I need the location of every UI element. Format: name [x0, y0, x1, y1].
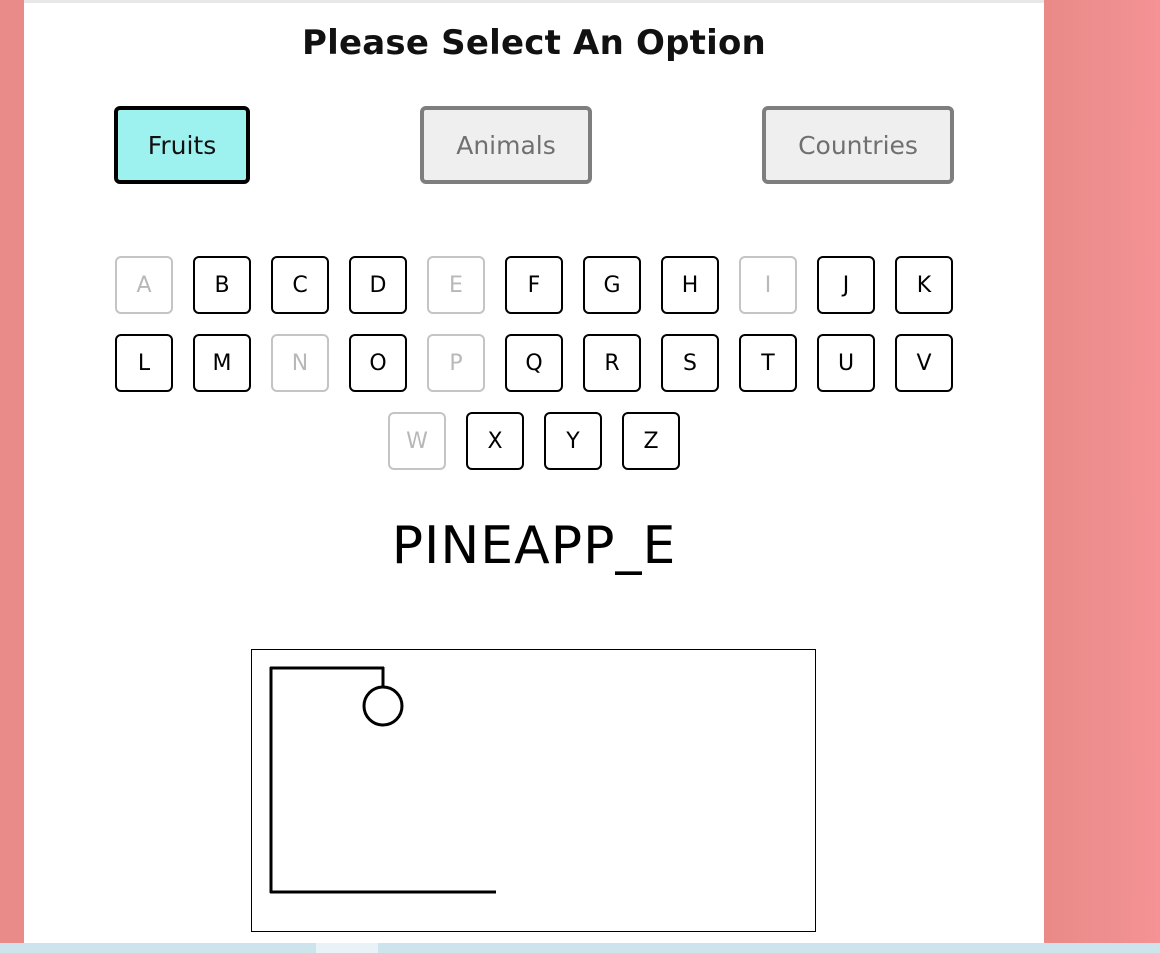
letter-key-l[interactable]: L — [115, 334, 173, 392]
hangman-canvas — [251, 649, 816, 932]
letter-key-o[interactable]: O — [349, 334, 407, 392]
letter-key-g[interactable]: G — [583, 256, 641, 314]
letter-key-r[interactable]: R — [583, 334, 641, 392]
letter-key-b[interactable]: B — [193, 256, 251, 314]
page-title: Please Select An Option — [302, 23, 766, 63]
letter-key-z[interactable]: Z — [622, 412, 680, 470]
letter-key-f[interactable]: F — [505, 256, 563, 314]
letter-row-1: ABCDEFGHIJK — [24, 256, 1044, 314]
letter-key-j[interactable]: J — [817, 256, 875, 314]
letter-key-t[interactable]: T — [739, 334, 797, 392]
letter-key-u[interactable]: U — [817, 334, 875, 392]
hangman-head — [362, 685, 404, 727]
horizontal-scrollbar[interactable] — [0, 943, 1160, 953]
letter-row-2: LMNOPQRSTUV — [24, 334, 1044, 392]
letter-key-n: N — [271, 334, 329, 392]
letter-key-y[interactable]: Y — [544, 412, 602, 470]
letter-key-k[interactable]: K — [895, 256, 953, 314]
letter-key-w: W — [388, 412, 446, 470]
letter-key-e: E — [427, 256, 485, 314]
letter-key-d[interactable]: D — [349, 256, 407, 314]
option-countries-button[interactable]: Countries — [762, 106, 954, 184]
letter-row-3: WXYZ — [24, 412, 1044, 470]
letter-key-p: P — [427, 334, 485, 392]
option-animals-button[interactable]: Animals — [420, 106, 592, 184]
game-panel: Please Select An Option Fruits Animals C… — [24, 3, 1044, 943]
letter-key-a: A — [115, 256, 173, 314]
letter-key-i: I — [739, 256, 797, 314]
letter-key-x[interactable]: X — [466, 412, 524, 470]
option-fruits-button[interactable]: Fruits — [114, 106, 250, 184]
word-display: PINEAPP_E — [391, 516, 677, 576]
letter-key-c[interactable]: C — [271, 256, 329, 314]
letter-key-q[interactable]: Q — [505, 334, 563, 392]
hangman-drawing — [269, 666, 496, 894]
scrollbar-thumb[interactable] — [316, 943, 378, 953]
letter-key-s[interactable]: S — [661, 334, 719, 392]
letter-key-m[interactable]: M — [193, 334, 251, 392]
letter-key-v[interactable]: V — [895, 334, 953, 392]
letter-key-h[interactable]: H — [661, 256, 719, 314]
